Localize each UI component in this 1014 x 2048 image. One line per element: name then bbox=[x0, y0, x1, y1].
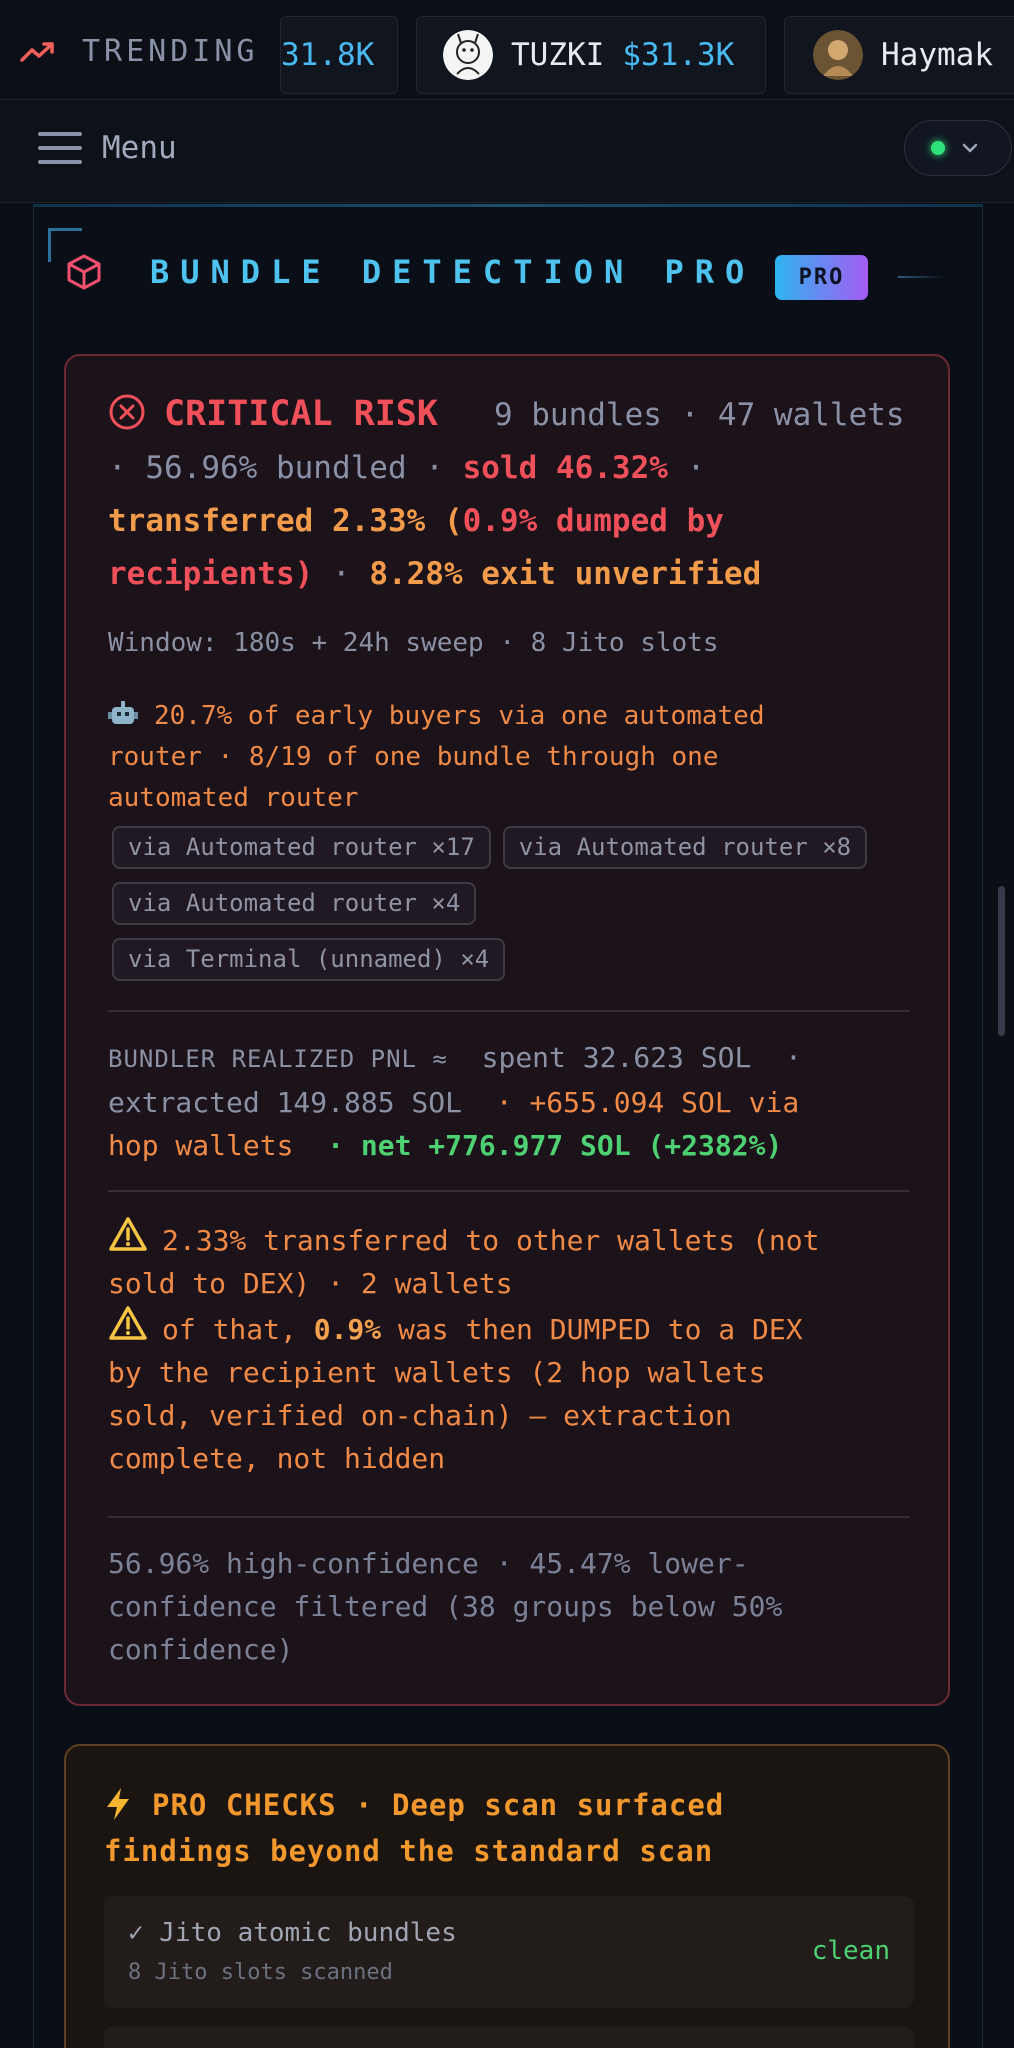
check-row[interactable] bbox=[104, 2026, 914, 2048]
panel-title: BUNDLE DETECTION PRO bbox=[150, 253, 756, 291]
router-line-3: automated router bbox=[108, 783, 359, 813]
pro-badge-label: PRO bbox=[798, 265, 845, 290]
recipients-text: recipients) bbox=[108, 556, 314, 592]
check-subtitle: 8 Jito slots scanned bbox=[128, 1960, 393, 1985]
chevron-down-icon bbox=[962, 143, 978, 153]
pnl-label: BUNDLER REALIZED PNL ≈ bbox=[108, 1045, 448, 1073]
ticker-item[interactable]: TUZKI $31.3K bbox=[416, 16, 766, 94]
status-dot-icon bbox=[931, 141, 945, 155]
pro-checks-heading: PRO CHECKS · Deep scan surfaced findings… bbox=[104, 1782, 904, 1874]
confidence-summary: 56.96% high-confidence · 45.47% lower- c… bbox=[108, 1542, 918, 1671]
token-avatar bbox=[813, 30, 863, 80]
pro-checks-heading-line-1: PRO CHECKS · Deep scan surfaced bbox=[152, 1788, 725, 1822]
risk-level: CRITICAL RISK bbox=[164, 394, 438, 434]
cube-icon bbox=[67, 254, 101, 290]
transferred-percent: transferred 2.33% ( bbox=[108, 503, 463, 539]
ticker-price: 31.8K bbox=[281, 37, 375, 73]
warning-2-line-2: by the recipient wallets (2 hop wallets bbox=[108, 1356, 766, 1389]
confidence-line-1: 56.96% high-confidence · 45.47% lower- bbox=[108, 1547, 749, 1580]
trending-ticker: TRENDING 31.8K TUZKI $31.3K Haymak bbox=[0, 0, 1014, 100]
ticker-price: $31.3K bbox=[622, 37, 735, 73]
x-circle-icon bbox=[109, 394, 145, 430]
router-chip[interactable]: via Automated router ×4 bbox=[112, 882, 477, 925]
section-divider bbox=[108, 1190, 910, 1192]
section-divider bbox=[108, 1516, 910, 1518]
scan-window: Window: 180s + 24h sweep · 8 Jito slots bbox=[108, 628, 719, 658]
bundler-pnl: BUNDLER REALIZED PNL ≈ spent 32.623 SOL … bbox=[108, 1041, 802, 1162]
pro-checks-card: PRO CHECKS · Deep scan surfaced findings… bbox=[64, 1744, 950, 2048]
router-line-1: 20.7% of early buyers via one automated bbox=[154, 701, 765, 731]
trending-up-icon bbox=[20, 41, 54, 62]
router-line-2: router · 8/19 of one bundle through one bbox=[108, 742, 719, 772]
wallet-count: 47 bbox=[717, 397, 756, 433]
confidence-line-3: confidence) bbox=[108, 1633, 294, 1666]
warning-icon bbox=[109, 1217, 147, 1251]
sold-percent: sold 46.32% bbox=[462, 450, 668, 486]
menu-button-label[interactable]: Menu bbox=[102, 130, 177, 166]
pnl-spent: spent 32.623 SOL bbox=[481, 1041, 752, 1074]
bundle-count: 9 bundles bbox=[493, 397, 662, 433]
hamburger-icon[interactable] bbox=[38, 132, 82, 166]
router-finding: 20.7% of early buyers via one automated … bbox=[108, 696, 908, 819]
pro-badge: PRO bbox=[775, 255, 868, 300]
section-divider bbox=[108, 1010, 910, 1012]
warning-2-percent: 0.9% bbox=[313, 1313, 382, 1346]
pnl-net: net +776.977 SOL (+2382%) bbox=[360, 1129, 783, 1162]
ticker-item[interactable]: 31.8K bbox=[280, 16, 398, 94]
warning-1-line-1: 2.33% transferred to other wallets (not bbox=[162, 1224, 820, 1257]
pro-checks-heading-line-2: findings beyond the standard scan bbox=[104, 1834, 714, 1868]
ticker-item[interactable]: Haymak bbox=[784, 16, 1014, 94]
pnl-hop-wallets: hop wallets bbox=[108, 1129, 294, 1162]
transfer-warnings: 2.33% transferred to other wallets (not … bbox=[108, 1216, 918, 1480]
check-row[interactable]: ✓ Jito atomic bundles 8 Jito slots scann… bbox=[104, 1896, 914, 2008]
risk-summary: CRITICAL RISK 9 bundles · 47 wallets · 5… bbox=[108, 394, 905, 592]
router-chip[interactable]: via Automated router ×8 bbox=[502, 826, 868, 869]
trending-label: TRENDING bbox=[82, 34, 259, 69]
robot-icon bbox=[108, 701, 138, 724]
dumped-percent: 0.9% dumped by bbox=[462, 503, 724, 539]
router-chip[interactable]: via Automated router ×17 bbox=[112, 826, 491, 869]
ticker-symbol: Haymak bbox=[881, 37, 993, 73]
wallets-word: wallets bbox=[773, 397, 905, 433]
lightning-icon bbox=[107, 1788, 129, 1820]
warning-1-line-2: sold to DEX) · 2 wallets bbox=[108, 1267, 513, 1300]
critical-risk-card: CRITICAL RISK 9 bundles · 47 wallets · 5… bbox=[64, 354, 950, 1706]
pnl-hop-gain: +655.094 SOL via bbox=[529, 1086, 800, 1119]
token-avatar bbox=[443, 30, 493, 80]
router-chips: via Automated router ×17 via Automated ro… bbox=[112, 826, 932, 994]
warning-icon bbox=[109, 1306, 147, 1340]
check-title: ✓ Jito atomic bundles bbox=[128, 1918, 457, 1948]
ticker-symbol: TUZKI bbox=[511, 37, 605, 73]
warning-2-pre: of that, bbox=[162, 1313, 297, 1346]
pnl-extracted: extracted 149.885 SOL bbox=[108, 1086, 463, 1119]
warning-2-post: was then DUMPED to a DEX bbox=[398, 1313, 803, 1346]
menu-bar: Menu bbox=[0, 100, 1014, 203]
warning-2-line-3: sold, verified on-chain) — extraction bbox=[108, 1399, 732, 1432]
status-dropdown[interactable] bbox=[904, 120, 1012, 176]
header-decoration-line bbox=[898, 276, 944, 278]
exit-unverified: 8.28% exit unverified bbox=[369, 556, 762, 592]
warning-2-line-4: complete, not hidden bbox=[108, 1442, 446, 1475]
bundled-percent: 56.96% bundled bbox=[145, 450, 407, 486]
check-status: clean bbox=[811, 1936, 890, 1966]
router-chip[interactable]: via Terminal (unnamed) ×4 bbox=[112, 938, 506, 981]
scrollbar[interactable] bbox=[998, 886, 1005, 1036]
confidence-line-2: confidence filtered (38 groups below 50% bbox=[108, 1590, 783, 1623]
trending-label-group: TRENDING bbox=[20, 34, 259, 69]
panel-header: BUNDLE DETECTION PRO bbox=[64, 252, 755, 292]
panel-top-border bbox=[33, 204, 983, 207]
